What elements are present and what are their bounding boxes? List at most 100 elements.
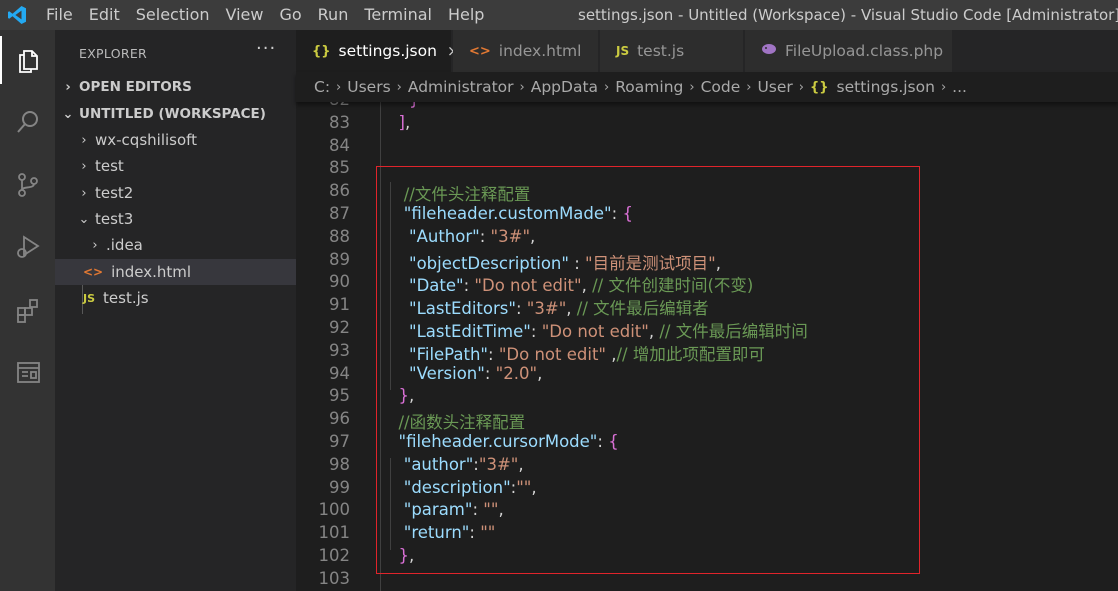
- tree-item-index-html[interactable]: <> index.html: [55, 259, 296, 285]
- extensions-icon[interactable]: [0, 286, 55, 334]
- chevron-right-icon: ›: [81, 158, 87, 174]
- code-line[interactable]: 86 //文件头注释配置: [296, 181, 1118, 204]
- json-file-icon: {}: [810, 79, 829, 95]
- open-editors-section[interactable]: › OPEN EDITORS: [55, 74, 296, 100]
- code-line[interactable]: 83 ],: [296, 113, 1118, 136]
- tab-label: settings.json: [338, 42, 437, 60]
- code-token: :: [469, 523, 481, 543]
- code-line[interactable]: 92 "LastEditTime": "Do not edit", // 文件最…: [296, 318, 1118, 341]
- line-number: 90: [329, 272, 350, 292]
- code-text: }: [388, 102, 420, 109]
- line-number: 101: [318, 523, 351, 543]
- code-line[interactable]: 100 "param": "",: [296, 500, 1118, 523]
- menu-item-selection[interactable]: Selection: [128, 0, 218, 30]
- code-line[interactable]: 103: [296, 569, 1118, 591]
- code-line[interactable]: 99 "description":"",: [296, 478, 1118, 501]
- code-editor[interactable]: 82 }83 ],84 8586 //文件头注释配置87 "fileheader.…: [296, 102, 1118, 591]
- line-number: 84: [329, 135, 350, 155]
- code-line[interactable]: 89 "objectDescription" : "目前是测试项目",: [296, 250, 1118, 273]
- tab-fileupload-php[interactable]: FileUpload.class.php: [745, 30, 953, 72]
- code-token: :: [568, 253, 586, 273]
- remote-explorer-icon[interactable]: [0, 348, 55, 396]
- breadcrumb-item[interactable]: ...: [952, 78, 967, 96]
- code-token: "3#": [490, 226, 531, 246]
- code-token: ,: [606, 344, 617, 364]
- chevron-right-icon: ›: [746, 79, 752, 95]
- menu-item-view[interactable]: View: [218, 0, 272, 30]
- chevron-right-icon: ›: [336, 79, 342, 95]
- tree-item-wx-cqshilisoft[interactable]: › wx-cqshilisoft: [55, 127, 296, 153]
- code-line[interactable]: 93 "FilePath": "Do not edit" ,// 增加此项配置即…: [296, 341, 1118, 364]
- tree-item-test3[interactable]: ⌄ test3: [55, 206, 296, 232]
- tree-item-test-js[interactable]: JS test.js: [55, 285, 296, 311]
- code-token: "fileheader.customMade": [388, 204, 612, 223]
- menu-item-go[interactable]: Go: [271, 0, 309, 30]
- window-title: settings.json - Untitled (Workspace) - V…: [578, 6, 1118, 24]
- code-token: :: [479, 226, 491, 246]
- code-text: ],: [388, 113, 410, 132]
- more-actions-icon[interactable]: ···: [256, 38, 276, 59]
- code-text: "FilePath": "Do not edit" ,// 增加此项配置即可: [388, 341, 765, 365]
- code-token: // 文件最后编辑者: [576, 299, 709, 319]
- chevron-right-icon: ›: [689, 79, 695, 95]
- code-line[interactable]: 101 "return": "": [296, 523, 1118, 546]
- line-number: 89: [329, 249, 350, 269]
- workspace-section[interactable]: ⌄ UNTITLED (WORKSPACE): [55, 101, 296, 127]
- breadcrumb-item[interactable]: C:: [314, 78, 330, 96]
- code-line[interactable]: 84: [296, 136, 1118, 159]
- breadcrumb-item[interactable]: Roaming: [615, 78, 683, 96]
- code-line[interactable]: 82 }: [296, 102, 1118, 113]
- breadcrumb-item[interactable]: settings.json: [837, 78, 935, 96]
- tab-index-html[interactable]: <> index.html: [453, 30, 599, 72]
- code-line[interactable]: 98 "author":"3#",: [296, 455, 1118, 478]
- code-token: ,: [648, 322, 660, 341]
- code-line[interactable]: 87 "fileheader.customMade": {: [296, 204, 1118, 227]
- line-number: 96: [329, 409, 350, 429]
- menu-item-edit[interactable]: Edit: [81, 0, 128, 30]
- menu-item-help[interactable]: Help: [440, 0, 492, 30]
- code-text: //文件头注释配置: [388, 181, 531, 205]
- tab-settings-json[interactable]: {} settings.json ×: [296, 30, 460, 72]
- tree-item-idea[interactable]: › .idea: [55, 232, 296, 258]
- code-text: "Date": "Do not edit", // 文件创建时间(不变): [388, 272, 753, 296]
- breadcrumb-item[interactable]: Users: [347, 78, 390, 96]
- search-icon[interactable]: [0, 98, 55, 146]
- code-line[interactable]: 88 "Author": "3#",: [296, 227, 1118, 250]
- files-icon[interactable]: [0, 36, 55, 84]
- code-text: "objectDescription" : "目前是测试项目",: [388, 250, 721, 274]
- chevron-right-icon: ›: [798, 79, 804, 95]
- explorer-sidebar: EXPLORER ··· › OPEN EDITORS ⌄ UNTITLED (…: [55, 30, 296, 591]
- menu-item-run[interactable]: Run: [310, 0, 357, 30]
- tab-bar: {} settings.json × <> index.html JS test…: [296, 30, 1118, 72]
- breadcrumb-item[interactable]: User: [757, 78, 792, 96]
- code-line[interactable]: 90 "Date": "Do not edit", // 文件创建时间(不变): [296, 272, 1118, 295]
- code-token: {: [622, 204, 633, 223]
- code-token: ,: [715, 253, 721, 273]
- menu-item-terminal[interactable]: Terminal: [356, 0, 440, 30]
- code-line[interactable]: 97 "fileheader.cursorMode": {: [296, 432, 1118, 455]
- source-control-icon[interactable]: [0, 161, 55, 209]
- code-token: }: [388, 386, 409, 406]
- run-debug-icon[interactable]: [0, 222, 55, 270]
- tree-item-test2[interactable]: › test2: [55, 180, 296, 206]
- code-line[interactable]: 91 "LastEditors": "3#", // 文件最后编辑者: [296, 295, 1118, 318]
- tab-test-js[interactable]: JS test.js: [600, 30, 744, 72]
- code-token: ,: [530, 226, 536, 246]
- code-line[interactable]: 95 },: [296, 386, 1118, 409]
- code-line[interactable]: 94 "Version": "2.0",: [296, 364, 1118, 387]
- tree-item-test[interactable]: › test: [55, 153, 296, 179]
- breadcrumb-item[interactable]: Code: [701, 78, 741, 96]
- tab-label: FileUpload.class.php: [785, 42, 944, 60]
- chevron-right-icon: ›: [92, 237, 98, 253]
- tree-item-label: test2: [95, 184, 134, 202]
- breadcrumb-item[interactable]: Administrator: [408, 78, 514, 96]
- breadcrumb-item[interactable]: AppData: [531, 78, 598, 96]
- json-file-icon: {}: [312, 43, 331, 59]
- html-file-icon: <>: [83, 265, 104, 279]
- line-number: 91: [329, 295, 350, 315]
- code-line[interactable]: 102 },: [296, 546, 1118, 569]
- code-line[interactable]: 85: [296, 158, 1118, 181]
- line-number: 94: [329, 363, 350, 383]
- code-line[interactable]: 96 //函数头注释配置: [296, 409, 1118, 432]
- menu-item-file[interactable]: File: [34, 0, 81, 30]
